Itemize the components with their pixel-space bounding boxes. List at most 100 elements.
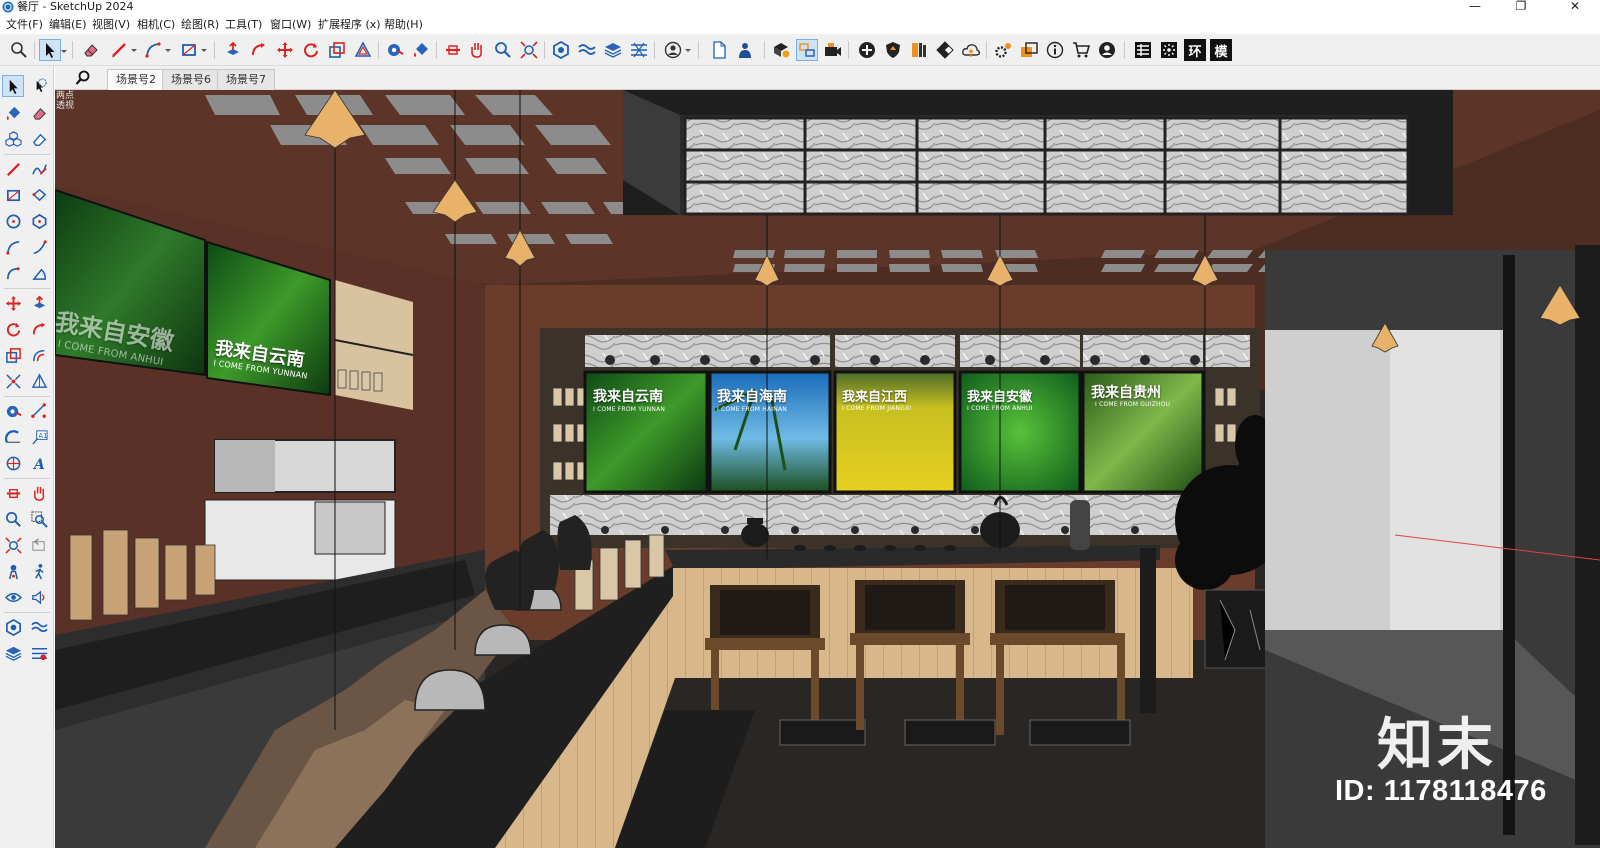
- model-info-icon[interactable]: [770, 39, 792, 61]
- user-icon[interactable]: [662, 39, 691, 61]
- menu-view[interactable]: 视图(V): [92, 18, 130, 32]
- line-icon[interactable]: [2, 158, 24, 180]
- move-icon[interactable]: [2, 292, 24, 314]
- look-around-icon[interactable]: [2, 586, 24, 608]
- menu-file[interactable]: 文件(F): [6, 18, 43, 32]
- menu-tools[interactable]: 工具(T): [225, 18, 262, 32]
- minimize-button[interactable]: —: [1452, 0, 1498, 15]
- rotated-rectangle-icon[interactable]: [28, 184, 50, 206]
- menu-draw[interactable]: 绘图(R): [181, 18, 219, 32]
- sound-icon[interactable]: [28, 586, 50, 608]
- styles-icon[interactable]: [628, 39, 650, 61]
- scene-tab-7[interactable]: 场景号7: [217, 69, 275, 90]
- eraser-icon[interactable]: [28, 102, 50, 124]
- add-icon[interactable]: [856, 39, 878, 61]
- zoom-icon[interactable]: [492, 39, 514, 61]
- menu-edit[interactable]: 编辑(E): [49, 18, 87, 32]
- position-camera-icon[interactable]: [822, 39, 844, 61]
- env-button[interactable]: 环: [1184, 39, 1206, 61]
- cloud-icon[interactable]: [960, 39, 982, 61]
- layout-icon[interactable]: [1018, 39, 1040, 61]
- position-camera-icon[interactable]: [2, 560, 24, 582]
- layers-icon[interactable]: [2, 642, 24, 664]
- search-icon[interactable]: [75, 70, 91, 86]
- pencil-icon[interactable]: [108, 39, 137, 61]
- eraser-icon[interactable]: [80, 39, 102, 61]
- paint-bucket-icon[interactable]: [2, 102, 24, 124]
- zoom-icon[interactable]: [2, 508, 24, 530]
- offset-icon[interactable]: [352, 39, 374, 61]
- info-icon[interactable]: [1044, 39, 1066, 61]
- warehouse-icon[interactable]: [2, 616, 24, 638]
- layers-icon[interactable]: [602, 39, 624, 61]
- sandbox-icon[interactable]: [28, 616, 50, 638]
- zoom-extents-icon[interactable]: [518, 39, 540, 61]
- restore-button[interactable]: ❐: [1498, 0, 1544, 15]
- push-pull-icon[interactable]: [222, 39, 244, 61]
- model-viewport[interactable]: 两点 透视 我来自云南 I COME FROM YUNNAN 我来自海南 I C…: [55, 90, 1600, 848]
- pie-icon[interactable]: [28, 262, 50, 284]
- swap-icon[interactable]: [796, 39, 818, 61]
- arc-icon[interactable]: [2, 236, 24, 258]
- text-icon[interactable]: A1: [28, 426, 50, 448]
- rotate-icon[interactable]: [300, 39, 322, 61]
- three-point-arc-icon[interactable]: [2, 262, 24, 284]
- menu-help[interactable]: 帮助(H): [384, 18, 423, 32]
- tag-eraser-icon[interactable]: [28, 128, 50, 150]
- menu-window[interactable]: 窗口(W): [270, 18, 311, 32]
- close-button[interactable]: ✕: [1552, 0, 1598, 15]
- protractor-icon[interactable]: [2, 426, 24, 448]
- flip-icon[interactable]: [2, 370, 24, 392]
- starburst-icon[interactable]: [1158, 39, 1180, 61]
- polygon-icon[interactable]: [28, 210, 50, 232]
- scale-icon[interactable]: [2, 344, 24, 366]
- follow-me-icon[interactable]: [248, 39, 270, 61]
- rectangle-icon[interactable]: [2, 184, 24, 206]
- extension-icon[interactable]: [28, 642, 50, 664]
- grid-icon[interactable]: [1132, 39, 1154, 61]
- tape-measure-icon[interactable]: [2, 400, 24, 422]
- arc-icon[interactable]: [142, 39, 171, 61]
- cart-icon[interactable]: [1070, 39, 1092, 61]
- person-icon[interactable]: [734, 39, 756, 61]
- section-plane-icon[interactable]: [2, 482, 24, 504]
- tape-measure-icon[interactable]: [384, 39, 406, 61]
- follow-me-icon[interactable]: [28, 318, 50, 340]
- rotate-icon[interactable]: [2, 318, 24, 340]
- triangle-icon[interactable]: [28, 370, 50, 392]
- paint-bucket-icon[interactable]: [410, 39, 432, 61]
- select-icon[interactable]: [39, 39, 67, 61]
- offset-icon[interactable]: [28, 344, 50, 366]
- book-icon[interactable]: [908, 39, 930, 61]
- walk-icon[interactable]: [28, 560, 50, 582]
- menu-camera[interactable]: 相机(C): [137, 18, 175, 32]
- dimension-icon[interactable]: [28, 400, 50, 422]
- zoom-extents-icon[interactable]: [2, 534, 24, 556]
- gears-icon[interactable]: [992, 39, 1014, 61]
- select-icon[interactable]: [2, 75, 24, 97]
- orbit-hand-icon[interactable]: [28, 482, 50, 504]
- account-icon[interactable]: [1096, 39, 1118, 61]
- section-plane-icon[interactable]: [442, 39, 464, 61]
- sandbox-icon[interactable]: [576, 39, 598, 61]
- shield-icon[interactable]: [882, 39, 904, 61]
- warehouse-icon[interactable]: [550, 39, 572, 61]
- menu-extensions[interactable]: 扩展程序 (x): [318, 18, 381, 32]
- scale-icon[interactable]: [326, 39, 348, 61]
- model-button[interactable]: 模: [1210, 39, 1232, 61]
- lasso-select-icon[interactable]: [28, 75, 50, 97]
- two-point-arc-icon[interactable]: [28, 236, 50, 258]
- search-icon[interactable]: [8, 39, 30, 61]
- zoom-window-icon[interactable]: [28, 508, 50, 530]
- freehand-icon[interactable]: [28, 158, 50, 180]
- axes-icon[interactable]: [2, 452, 24, 474]
- circle-icon[interactable]: [2, 210, 24, 232]
- rectangle-icon[interactable]: [178, 39, 207, 61]
- 3d-text-icon[interactable]: A: [28, 452, 50, 474]
- checker-icon[interactable]: [934, 39, 956, 61]
- walk-icon[interactable]: [466, 39, 488, 61]
- component-icon[interactable]: [2, 128, 24, 150]
- push-pull-icon[interactable]: [28, 292, 50, 314]
- previous-view-icon[interactable]: [28, 534, 50, 556]
- new-file-icon[interactable]: [708, 39, 730, 61]
